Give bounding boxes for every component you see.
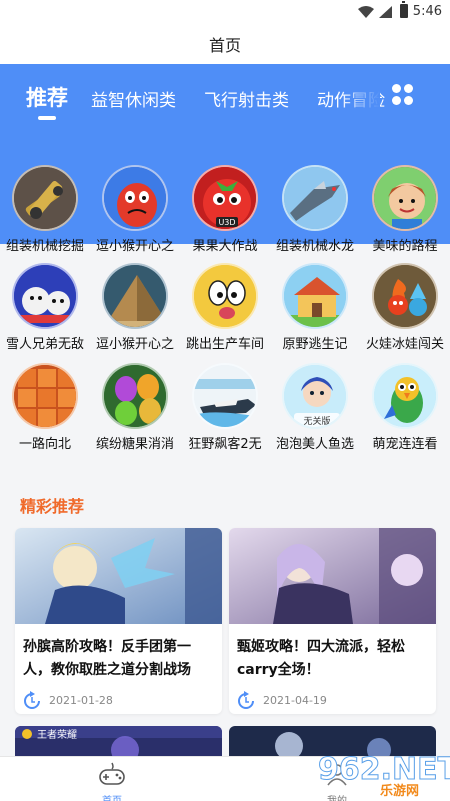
game-item[interactable]: 逗小猴开心之	[90, 165, 180, 254]
article-card-partial[interactable]: 王者荣耀	[15, 726, 222, 756]
tab-indicator	[38, 116, 56, 120]
site-watermark: 962.NET 乐游网	[317, 752, 450, 800]
game-name: 果果大作战	[192, 239, 258, 254]
game-name: 萌宠连连看	[372, 437, 438, 452]
racing-boat-icon	[192, 363, 258, 429]
tomato-icon: U3D	[192, 165, 258, 231]
game-name: 狂野飙客2无	[188, 437, 262, 452]
category-tabs: 推荐 益智休闲类 飞行射击类 动作冒险	[0, 64, 450, 124]
game-item[interactable]: 一路向北	[0, 363, 90, 452]
article-title: 甄姬攻略！四大流派，轻松carry全场！	[237, 639, 405, 678]
game-item[interactable]: 萌宠连连看	[360, 363, 450, 452]
refresh-icon	[238, 691, 254, 709]
snowman-icon	[12, 263, 78, 329]
tabs-fade	[340, 74, 380, 114]
blocks-icon	[12, 363, 78, 429]
section-title: 精彩推荐	[20, 497, 85, 516]
game-name: 跳出生产车间	[185, 337, 264, 352]
game-item[interactable]: 火娃冰娃闯关	[360, 263, 450, 352]
game-name: 美味的路程	[372, 239, 438, 254]
game-item[interactable]: 雪人兄弟无敌	[0, 263, 90, 352]
tab-flying-shooting[interactable]: 飞行射击类	[204, 86, 289, 111]
red-monster-icon	[102, 165, 168, 231]
game-name: 原野逃生记	[282, 337, 348, 352]
game-item[interactable]: 组装机械挖掘	[0, 165, 90, 254]
game-item[interactable]: 逗小猴开心之	[90, 263, 180, 352]
article-image	[15, 528, 222, 624]
badge-edition: 无关版	[303, 415, 330, 427]
boy-icon	[372, 165, 438, 231]
game-item[interactable]: 无关版 泡泡美人鱼选	[270, 363, 360, 452]
robot-dragon-icon	[282, 165, 348, 231]
gamepad-icon	[99, 762, 125, 785]
game-item[interactable]: 缤纷糖果消消	[90, 363, 180, 452]
article-card[interactable]: 甄姬攻略！四大流派，轻松carry全场！ 2021-04-19	[229, 528, 436, 714]
partial-card-caption: 王者荣耀	[37, 729, 77, 741]
game-item[interactable]: 组装机械水龙	[270, 165, 360, 254]
article-date: 2021-01-28	[49, 694, 113, 707]
game-name: 逗小猴开心之	[95, 337, 174, 352]
game-item[interactable]: 美味的路程	[360, 165, 450, 254]
game-name: 组装机械水龙	[275, 239, 354, 254]
tab-puzzle-casual[interactable]: 益智休闲类	[91, 86, 176, 111]
game-name: 缤纷糖果消消	[95, 437, 174, 452]
game-item[interactable]: 原野逃生记	[270, 263, 360, 352]
game-name: 泡泡美人鱼选	[275, 437, 354, 452]
game-name: 逗小猴开心之	[95, 239, 174, 254]
candy-icon	[102, 363, 168, 429]
robot-excavator-icon	[12, 165, 78, 231]
game-item[interactable]: 狂野飙客2无	[180, 363, 270, 452]
tab-recommended[interactable]: 推荐	[26, 82, 68, 112]
pyramid-icon	[102, 263, 168, 329]
house-icon	[282, 263, 348, 329]
battery-icon	[400, 1, 408, 18]
game-item[interactable]: 跳出生产车间	[180, 263, 270, 352]
game-name: 组装机械挖掘	[5, 239, 84, 254]
game-name: 雪人兄弟无敌	[5, 337, 84, 352]
refresh-icon	[24, 691, 40, 709]
nav-home-label: 首页	[82, 792, 142, 801]
game-name: 一路向北	[18, 437, 71, 452]
badge-u3d: U3D	[218, 218, 235, 227]
signal-icon	[379, 6, 392, 18]
wifi-icon	[358, 6, 374, 18]
mermaid-icon: 无关版	[282, 363, 348, 429]
parrot-icon	[372, 363, 438, 429]
title-bar: 首页	[0, 24, 450, 64]
nav-home[interactable]: 首页	[82, 761, 142, 801]
status-time: 5:46	[412, 4, 442, 19]
fire-ice-icon	[372, 263, 438, 329]
watermark-text: 乐游网	[380, 784, 420, 799]
article-card[interactable]: 孙膑高阶攻略！反手团第一人，教你取胜之道分割战场 2021-01-28	[15, 528, 222, 714]
article-title: 孙膑高阶攻略！反手团第一人，教你取胜之道分割战场	[23, 639, 191, 678]
status-bar: 5:46	[0, 0, 450, 24]
game-item[interactable]: U3D 果果大作战	[180, 165, 270, 254]
game-name: 火娃冰娃闯关	[365, 337, 444, 352]
page-title: 首页	[208, 36, 241, 55]
cartoon-face-icon	[192, 263, 258, 329]
article-date: 2021-04-19	[263, 694, 327, 707]
all-categories-icon[interactable]	[392, 84, 414, 106]
article-image	[229, 528, 436, 624]
